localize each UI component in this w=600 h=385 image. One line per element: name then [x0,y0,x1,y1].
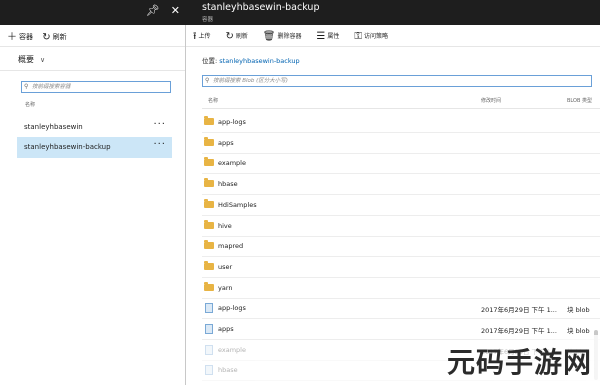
add-container-label: 容器 [19,33,33,41]
refresh-icon: ↻ [42,32,51,43]
key-icon: ⚿ [354,31,362,42]
blob-search-input[interactable]: ⚲ 按前缀搜索 Blob (区分大小写) [202,75,592,87]
blade-title: stanleyhbasewin-backup [202,2,320,13]
containers-blade: 📌︎ ✕ ＋容器 ↻ 刷新 概要 ∨ ⚲ 按前缀搜索容器 名称 stanleyhbase… [0,0,186,385]
container-row-selected[interactable]: stanleyhbasewin-backup ··· [17,137,172,158]
folder-row[interactable]: user [202,257,600,278]
delete-container-button[interactable]: 🗑︎ 删除容器 [263,28,302,46]
blob-name: HdiSamples [218,200,257,209]
blob-name: app-logs [218,304,246,313]
right-refresh-label: 刷新 [235,33,248,40]
breadcrumb: 位置: stanleyhbasewin-backup [202,55,300,65]
blob-name: yarn [218,283,233,292]
right-toolbar: ⭱ 上传 ↻ 刷新 🗑︎ 删除容器 ☰ 属性 ⚿ 访问策略 [186,28,600,47]
refresh-icon: ↻ [225,31,234,42]
blob-name: mapred [218,242,244,251]
column-header-name[interactable]: 名称 [208,97,218,104]
folder-row[interactable]: mapred [202,236,600,258]
container-name: stanleyhbasewin-backup [24,143,111,151]
divider [202,108,600,109]
blob-modified: 2017年6月29日 下午 1... [481,327,557,335]
blob-name: apps [218,325,234,333]
overview-label: 概要 [18,55,34,64]
blade-subtitle: 容器 [202,17,214,23]
blob-modified: 2017年6月29日 下午 1... [481,306,557,315]
folder-row[interactable]: apps [202,133,600,154]
column-header-name: 名称 [25,102,36,108]
left-refresh-button[interactable]: ↻ 刷新 [42,28,66,47]
container-search-input[interactable]: ⚲ 按前缀搜索容器 [21,81,171,93]
blob-search-placeholder: 按前缀搜索 Blob (区分大小写) [213,78,288,84]
folder-row[interactable]: hbase [202,174,600,196]
container-name: stanleyhbasewin [24,123,83,131]
left-header-icons: 📌︎ ✕ [135,4,180,17]
folder-icon [204,260,214,270]
folder-row[interactable]: yarn [202,278,600,299]
column-header-type[interactable]: BLOB 类型 [567,97,592,104]
plus-icon: ＋ [7,32,17,43]
blob-name: apps [218,138,234,147]
chevron-down-icon: ∨ [40,56,46,64]
location-label: 位置: [202,57,218,65]
upload-label: 上传 [198,33,211,40]
folder-row[interactable]: HdiSamples [202,195,600,216]
folder-icon [204,219,214,229]
file-icon [205,344,213,355]
search-icon: ⚲ [24,83,29,90]
blob-row[interactable]: app-logs 2017年6月29日 下午 1... 块 blob [202,298,600,320]
file-icon [205,365,213,376]
right-blade-header: stanleyhbasewin-backup 容器 [186,0,600,25]
folder-row[interactable]: hive [202,216,600,237]
properties-icon: ☰ [316,31,326,42]
pin-icon[interactable]: 📌︎ [146,4,160,17]
blob-name: hbase [218,366,238,375]
right-refresh-button[interactable]: ↻ 刷新 [225,28,247,46]
blob-name: hbase [218,180,238,189]
access-policy-label: 访问策略 [363,33,388,40]
search-icon: ⚲ [205,77,210,84]
container-blade: stanleyhbasewin-backup 容器 ⭱ 上传 ↻ 刷新 🗑︎ 删除容器… [186,0,600,385]
blob-name: hive [218,221,232,230]
divider [0,70,185,71]
folder-icon [204,240,214,250]
folder-row[interactable]: example [202,153,600,175]
add-container-button[interactable]: ＋容器 [7,28,33,47]
access-policy-button[interactable]: ⚿ 访问策略 [354,28,388,46]
left-refresh-label: 刷新 [52,33,67,41]
watermark: 元码手游网 [446,346,592,379]
left-toolbar: ＋容器 ↻ 刷新 [0,28,185,47]
properties-button[interactable]: ☰ 属性 [316,28,339,46]
blob-name: app-logs [218,118,246,126]
more-options-icon[interactable]: ··· [153,134,166,155]
container-row[interactable]: stanleyhbasewin ··· [17,117,172,138]
container-search-placeholder: 按前缀搜索容器 [32,84,71,90]
trash-icon: 🗑︎ [262,31,276,42]
folder-icon [204,198,214,208]
close-icon[interactable]: ✕ [171,4,180,17]
folder-icon [204,178,214,188]
column-header-modified[interactable]: 修改时间 [481,97,501,104]
properties-label: 属性 [327,33,340,40]
overview-dropdown[interactable]: 概要 ∨ [18,54,45,65]
upload-icon: ⭱ [193,31,197,42]
folder-icon [204,157,214,167]
file-icon [205,303,213,314]
more-options-icon[interactable]: ··· [153,114,166,135]
delete-label: 删除容器 [277,33,302,40]
blob-name: user [218,262,233,271]
file-icon [205,324,213,334]
folder-icon [204,136,214,146]
left-blade-header: 📌︎ ✕ [0,0,186,25]
location-link[interactable]: stanleyhbasewin-backup [219,57,299,65]
folder-icon [204,281,214,291]
blob-type: 块 blob [567,327,590,335]
blob-type: 块 blob [567,306,590,315]
blob-name: example [218,159,246,168]
upload-button[interactable]: ⭱ 上传 [193,28,211,46]
blob-name: example [218,345,246,354]
folder-row[interactable]: app-logs [202,112,600,133]
folder-icon [204,116,214,125]
